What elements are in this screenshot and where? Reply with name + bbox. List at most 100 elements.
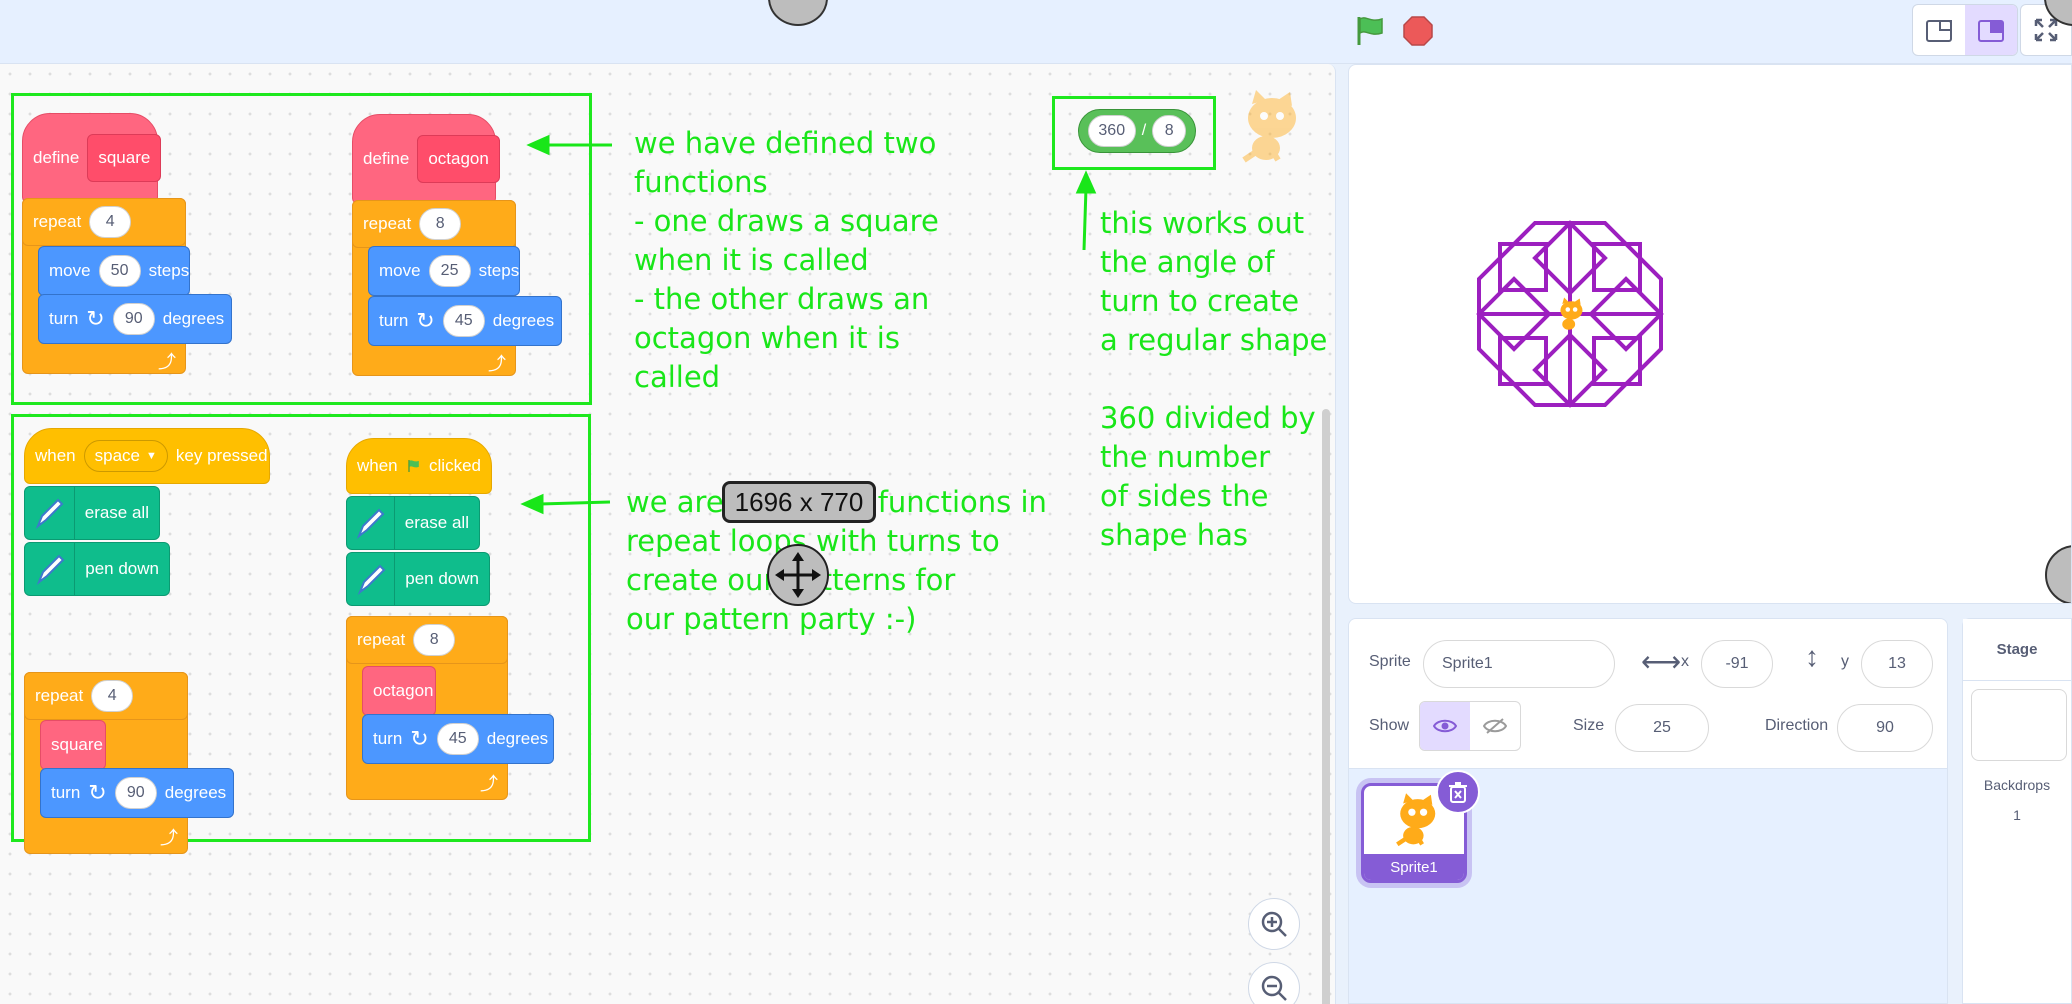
- divide-reporter[interactable]: 360 / 8: [1078, 109, 1196, 153]
- degrees-label: degrees: [486, 729, 549, 748]
- pen-down-block[interactable]: pen down: [346, 552, 490, 606]
- key-pressed-label: key pressed: [175, 446, 268, 465]
- zoom-in-icon: [1261, 911, 1287, 937]
- top-bar: [0, 0, 2072, 64]
- define-octagon-block[interactable]: define octagon: [352, 114, 500, 204]
- erase-all-label: erase all: [404, 513, 469, 532]
- when-flag-clicked-hat[interactable]: when clicked: [346, 438, 492, 494]
- visibility-toggle: [1419, 701, 1521, 751]
- loop-arrow-icon: ⤴: [480, 774, 498, 794]
- stage-panel-title: Stage: [1963, 619, 2071, 681]
- repeat-octagon-header[interactable]: repeat 8: [352, 200, 516, 248]
- normal-stage-icon: [1978, 20, 2004, 42]
- direction-input[interactable]: 90: [1837, 704, 1933, 752]
- degrees-label: degrees: [164, 783, 227, 802]
- stop-button[interactable]: [1400, 13, 1436, 49]
- show-button[interactable]: [1420, 702, 1470, 750]
- repeat-count-input[interactable]: 8: [413, 624, 456, 656]
- y-input[interactable]: 13: [1861, 640, 1933, 688]
- small-stage-button[interactable]: [1913, 5, 1965, 55]
- repeat-count-input[interactable]: 8: [419, 208, 462, 240]
- move-block[interactable]: move 50 steps: [38, 246, 190, 296]
- turn-label: turn: [379, 311, 409, 330]
- move-arrows-icon: [775, 552, 821, 598]
- size-label: Size: [1573, 717, 1605, 734]
- turn-right-block[interactable]: turn ↻ 45 degrees: [362, 714, 554, 764]
- divide-right-input[interactable]: 8: [1152, 115, 1187, 147]
- call-octagon-block[interactable]: octagon: [362, 666, 436, 716]
- define-label: define: [363, 149, 410, 168]
- small-stage-icon: [1926, 20, 1952, 42]
- octagon-prototype[interactable]: octagon: [417, 135, 500, 183]
- turn-degrees-input[interactable]: 45: [442, 305, 485, 337]
- stage-thumbnail[interactable]: [1971, 689, 2067, 761]
- x-input[interactable]: -91: [1701, 640, 1773, 688]
- code-area[interactable]: we have defined two functions - one draw…: [0, 64, 1336, 1004]
- fullscreen-icon: [2034, 18, 2058, 42]
- erase-all-label: erase all: [84, 503, 149, 522]
- delete-sprite-button[interactable]: [1436, 770, 1480, 814]
- repeat-label: repeat: [33, 212, 82, 231]
- turn-degrees-input[interactable]: 45: [436, 723, 479, 755]
- pen-icon: [25, 486, 75, 540]
- call-square-block[interactable]: square: [40, 720, 106, 770]
- sprite-tile-name: Sprite1: [1364, 854, 1464, 880]
- zoom-in-button[interactable]: [1248, 898, 1300, 950]
- hide-button[interactable]: [1470, 702, 1520, 750]
- size-input[interactable]: 25: [1615, 704, 1709, 752]
- drag-handle-top[interactable]: [768, 0, 828, 26]
- cat-sprite-icon: [1242, 90, 1296, 163]
- turn-label: turn: [49, 309, 79, 328]
- stage-selector-panel[interactable]: Stage Backdrops 1: [1962, 618, 2072, 1004]
- repeat-label: repeat: [363, 214, 412, 233]
- pen-down-block[interactable]: pen down: [24, 542, 170, 596]
- rotate-right-icon: ↻: [416, 308, 435, 333]
- turn-right-block[interactable]: turn ↻ 90 degrees: [38, 294, 232, 344]
- normal-stage-button[interactable]: [1965, 5, 2017, 55]
- vertical-arrows-icon: ↕: [1805, 641, 1819, 672]
- turn-degrees-input[interactable]: 90: [112, 303, 155, 335]
- turn-degrees-input[interactable]: 90: [114, 777, 157, 809]
- repeat-label: repeat: [35, 686, 84, 705]
- turn-label: turn: [373, 729, 403, 748]
- octagon-prototype-label: octagon: [428, 149, 489, 168]
- sprite-name-input[interactable]: Sprite1: [1423, 640, 1615, 688]
- when-label: when: [357, 456, 398, 475]
- key-dropdown-value: space: [94, 446, 141, 465]
- degrees-label: degrees: [162, 309, 225, 328]
- move-steps-input[interactable]: 25: [428, 255, 471, 287]
- repeat-count-input[interactable]: 4: [89, 206, 132, 238]
- when-key-pressed-hat[interactable]: when space ▼ key pressed: [24, 428, 270, 484]
- move-label: move: [379, 261, 421, 280]
- when-label: when: [35, 446, 76, 465]
- move-handle[interactable]: [767, 544, 829, 606]
- key-dropdown[interactable]: space ▼: [83, 440, 168, 472]
- green-flag-button[interactable]: [1352, 13, 1388, 49]
- direction-label: Direction: [1765, 717, 1829, 734]
- erase-all-block[interactable]: erase all: [346, 496, 480, 550]
- move-block[interactable]: move 25 steps: [368, 246, 520, 296]
- repeat-square-header[interactable]: repeat 4: [22, 198, 186, 246]
- repeat-count-input[interactable]: 4: [91, 680, 134, 712]
- stage-canvas[interactable]: [1348, 64, 2072, 604]
- steps-label: steps: [148, 261, 190, 280]
- turn-right-block[interactable]: turn ↻ 45 degrees: [368, 296, 562, 346]
- define-square-block[interactable]: define square: [22, 113, 162, 203]
- erase-all-block[interactable]: erase all: [24, 486, 160, 540]
- repeat-space-header[interactable]: repeat 4: [24, 672, 188, 720]
- square-prototype[interactable]: square: [87, 134, 162, 182]
- zoom-out-icon: [1261, 975, 1287, 1001]
- code-area-scrollbar[interactable]: [1322, 409, 1330, 1004]
- horizontal-arrows-icon: ⟷: [1641, 646, 1682, 677]
- square-prototype-label: square: [98, 148, 151, 167]
- divide-operator: /: [1141, 122, 1147, 139]
- pen-icon: [347, 552, 396, 606]
- drag-handle-stage[interactable]: [2045, 545, 2071, 603]
- turn-right-block[interactable]: turn ↻ 90 degrees: [40, 768, 234, 818]
- repeat-flag-header[interactable]: repeat 8: [346, 616, 508, 664]
- cat-sprite-thumbnail: [1396, 793, 1436, 847]
- divide-left-input[interactable]: 360: [1087, 115, 1136, 147]
- eye-hidden-icon: [1483, 718, 1507, 734]
- eye-icon: [1433, 719, 1457, 733]
- move-steps-input[interactable]: 50: [98, 255, 141, 287]
